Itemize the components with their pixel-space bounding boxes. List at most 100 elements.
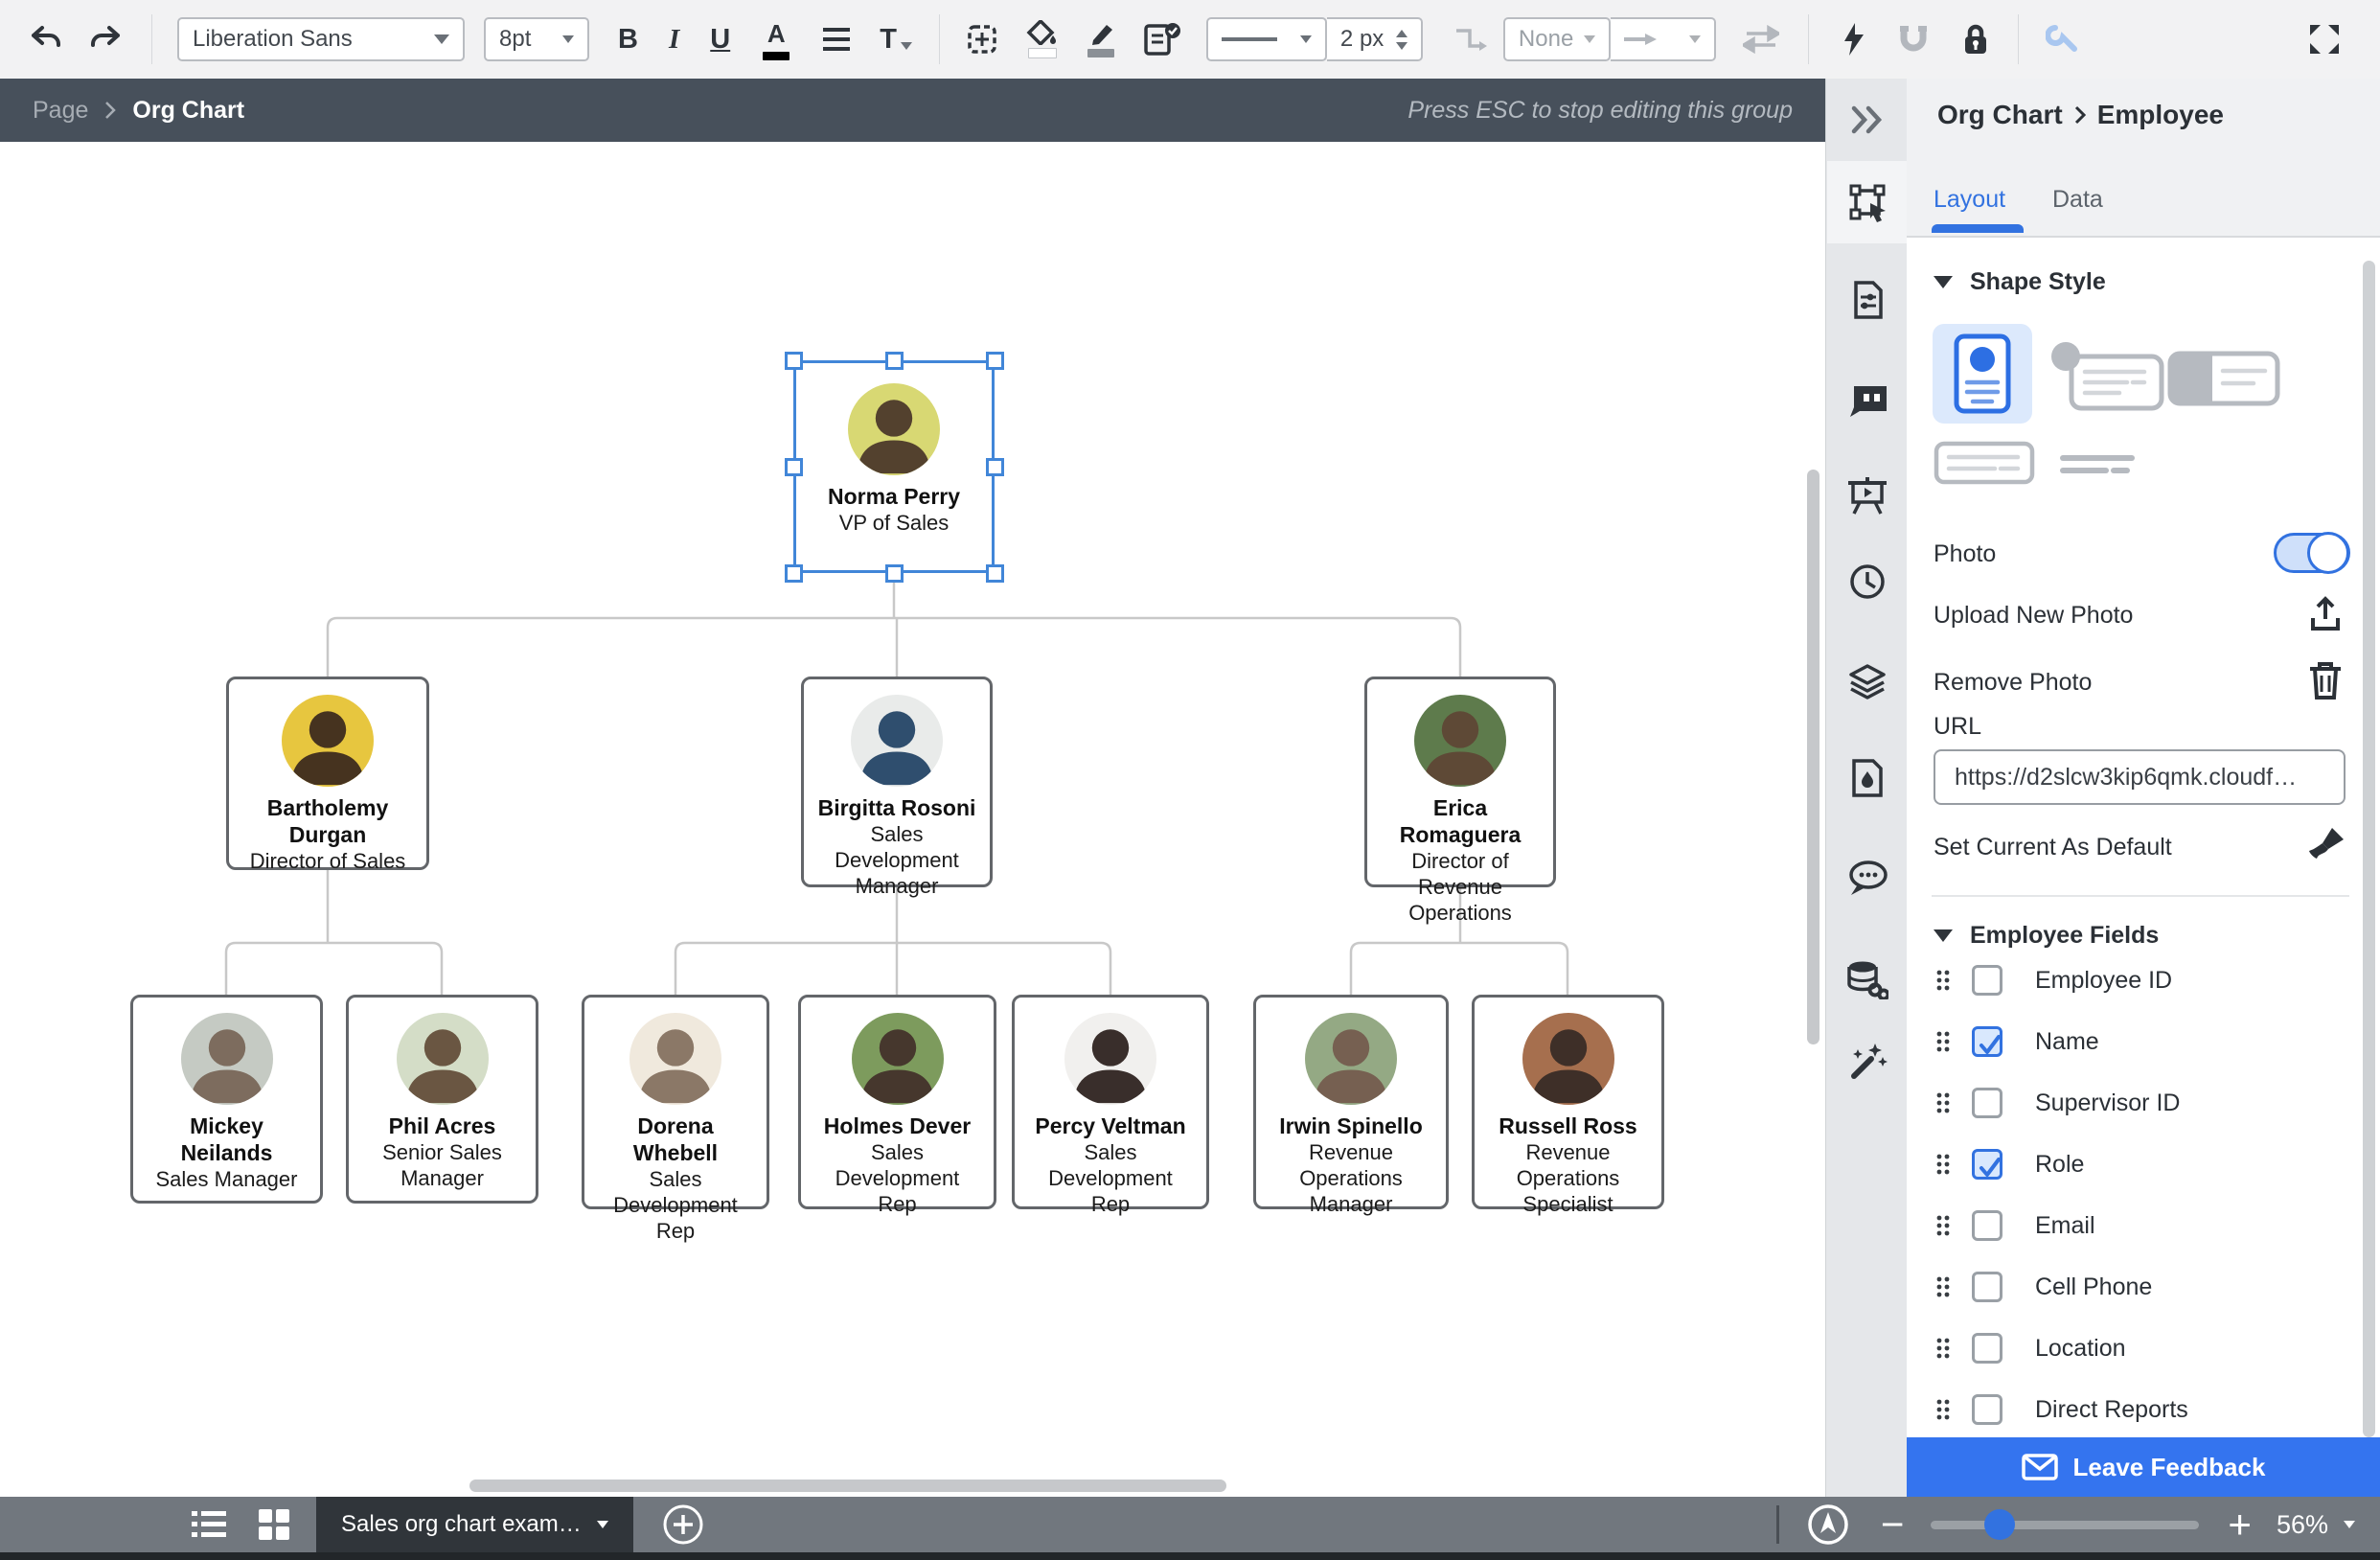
org-node-bart[interactable]: Bartholemy Durgan Director of Sales <box>226 677 429 873</box>
line-style-select[interactable] <box>1205 17 1327 61</box>
fill-color-button[interactable] <box>1026 20 1059 58</box>
drag-handle-icon[interactable] <box>1935 1275 1951 1298</box>
zoom-out-button[interactable]: − <box>1881 1504 1905 1545</box>
shape-style-option-split-card[interactable] <box>2167 351 2280 406</box>
connector-style-select[interactable]: None <box>1502 17 1611 61</box>
org-node-birgitta[interactable]: Birgitta Rosoni Sales Development Manager <box>801 677 993 898</box>
wrench-icon[interactable] <box>2045 22 2080 57</box>
selection-rectangle[interactable] <box>793 360 995 573</box>
tab-layout[interactable]: Layout <box>1934 186 2005 214</box>
undo-button[interactable] <box>29 24 63 55</box>
arrowhead-select[interactable] <box>1610 17 1716 61</box>
drag-handle-icon[interactable] <box>1935 1153 1951 1176</box>
swap-connection-button[interactable] <box>1742 25 1779 54</box>
underline-button[interactable]: U <box>710 24 730 56</box>
text-color-button[interactable]: A <box>763 19 790 60</box>
redo-button[interactable] <box>88 24 123 55</box>
photo-toggle[interactable] <box>2274 532 2350 574</box>
data-linking-icon[interactable] <box>1826 946 1908 1013</box>
shape-frame-button[interactable] <box>965 22 999 57</box>
select-tool-icon[interactable] <box>1826 169 1908 236</box>
org-node-russell[interactable]: Russell Ross Revenue Operations Specialis… <box>1472 995 1664 1216</box>
italic-button[interactable]: I <box>669 24 679 56</box>
history-icon[interactable] <box>1826 548 1908 615</box>
line-weight-stepper[interactable]: 2 px <box>1326 17 1423 61</box>
panel-breadcrumb-group[interactable]: Org Chart <box>1937 100 2063 130</box>
presentation-icon[interactable] <box>1826 462 1908 529</box>
shape-style-option-photo-card[interactable] <box>1933 324 2032 424</box>
zoom-in-button[interactable]: + <box>2228 1504 2252 1545</box>
pan-to-content-button[interactable] <box>1806 1503 1850 1547</box>
field-checkbox[interactable] <box>1972 1210 2002 1241</box>
font-size-select[interactable]: 8pt <box>484 17 589 61</box>
font-family-select[interactable]: Liberation Sans <box>177 17 465 61</box>
org-node-erica[interactable]: Erica Romaguera Director of Revenue Opera… <box>1364 677 1556 925</box>
format-painter-icon[interactable] <box>2307 826 2346 864</box>
remove-photo-label[interactable]: Remove Photo <box>1934 669 2092 697</box>
leave-feedback-button[interactable]: Leave Feedback <box>1907 1437 2380 1497</box>
field-checkbox[interactable] <box>1972 1149 2002 1180</box>
add-page-button[interactable] <box>662 1503 704 1546</box>
selection-handle[interactable] <box>784 351 803 370</box>
line-color-button[interactable] <box>1086 21 1116 57</box>
fullscreen-icon[interactable] <box>2307 22 2342 57</box>
field-checkbox[interactable] <box>1972 965 2002 996</box>
org-node-irwin[interactable]: Irwin Spinello Revenue Operations Manager <box>1253 995 1449 1216</box>
shape-style-option-text-card[interactable] <box>1934 441 2035 485</box>
field-checkbox[interactable] <box>1972 1026 2002 1057</box>
selection-handle[interactable] <box>884 563 904 583</box>
shape-style-option-badge-card[interactable] <box>2048 341 2165 412</box>
employee-fields-section-header[interactable]: Employee Fields <box>1934 922 2159 950</box>
shape-style-section-header[interactable]: Shape Style <box>1934 268 2106 296</box>
page-list-icon[interactable] <box>192 1510 226 1539</box>
quick-actions-icon[interactable] <box>1842 22 1866 57</box>
shape-data-button[interactable] <box>1143 22 1181 57</box>
vertical-scrollbar[interactable] <box>1807 470 1819 1044</box>
page-grid-icon[interactable] <box>259 1509 289 1540</box>
shape-style-option-text-only[interactable] <box>2060 454 2135 475</box>
magic-wand-icon[interactable] <box>1826 1027 1908 1094</box>
zoom-slider-knob[interactable] <box>1984 1508 2016 1540</box>
selection-handle[interactable] <box>784 563 803 583</box>
lock-icon[interactable] <box>1960 22 1991 57</box>
selection-handle[interactable] <box>884 351 904 370</box>
selection-handle[interactable] <box>985 351 1004 370</box>
field-checkbox[interactable] <box>1972 1272 2002 1302</box>
text-options-button[interactable]: T <box>880 24 912 56</box>
drag-handle-icon[interactable] <box>1935 1030 1951 1053</box>
connector-type-button[interactable] <box>1453 25 1488 54</box>
bold-button[interactable]: B <box>618 24 638 56</box>
horizontal-scrollbar[interactable] <box>469 1480 1226 1492</box>
trash-icon[interactable] <box>2307 659 2344 701</box>
step-up-icon[interactable] <box>1395 29 1407 37</box>
drag-handle-icon[interactable] <box>1935 969 1951 992</box>
document-settings-icon[interactable] <box>1826 266 1908 333</box>
selection-handle[interactable] <box>985 563 1004 583</box>
magnetize-icon[interactable] <box>1897 23 1930 56</box>
comments-icon[interactable] <box>1826 845 1908 912</box>
upload-icon[interactable] <box>2305 594 2346 634</box>
org-node-mickey[interactable]: Mickey Neilands Sales Manager <box>130 995 323 1204</box>
org-node-percy[interactable]: Percy Veltman Sales Development Rep <box>1012 995 1209 1216</box>
field-checkbox[interactable] <box>1972 1088 2002 1118</box>
zoom-slider[interactable] <box>1931 1508 2200 1540</box>
drag-handle-icon[interactable] <box>1935 1214 1951 1237</box>
org-node-dorena[interactable]: Dorena Whebell Sales Development Rep <box>582 995 769 1243</box>
org-node-phil[interactable]: Phil Acres Senior Sales Manager <box>346 995 538 1204</box>
photo-url-input[interactable] <box>1934 749 2346 805</box>
page-tab[interactable]: Sales org chart exam… <box>316 1497 633 1552</box>
drag-handle-icon[interactable] <box>1935 1398 1951 1421</box>
drag-handle-icon[interactable] <box>1935 1337 1951 1360</box>
drag-handle-icon[interactable] <box>1935 1091 1951 1114</box>
field-checkbox[interactable] <box>1972 1333 2002 1364</box>
panel-scrollbar[interactable] <box>2363 261 2375 1437</box>
set-default-label[interactable]: Set Current As Default <box>1934 834 2172 861</box>
selection-handle[interactable] <box>985 457 1004 476</box>
notes-icon[interactable] <box>1826 366 1908 433</box>
theme-icon[interactable] <box>1826 745 1908 812</box>
collapse-panel-icon[interactable] <box>1826 86 1908 153</box>
tab-data[interactable]: Data <box>2052 186 2103 214</box>
diagram-canvas[interactable]: Norma Perry VP of Sales Bartholemy Durgan D… <box>0 142 1825 1495</box>
text-align-button[interactable] <box>822 27 851 52</box>
org-node-holmes[interactable]: Holmes Dever Sales Development Rep <box>798 995 996 1216</box>
